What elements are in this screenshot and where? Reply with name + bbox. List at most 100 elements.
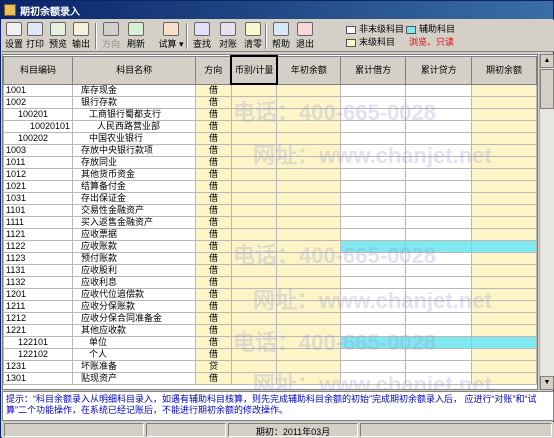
period-balance-cell[interactable] (471, 299, 537, 313)
column-header[interactable]: 科目名称 (72, 55, 197, 85)
table-row[interactable]: 1301 贴现资产借 (3, 371, 537, 385)
debit-cell[interactable] (339, 119, 407, 133)
debit-cell[interactable] (339, 143, 407, 157)
export-button[interactable]: 输出 (70, 22, 92, 50)
opening-balance-cell[interactable] (276, 251, 341, 265)
column-header[interactable]: 方向 (195, 55, 232, 85)
opening-balance-cell[interactable] (276, 347, 341, 361)
period-balance-cell[interactable] (471, 107, 537, 121)
debit-cell[interactable] (339, 215, 407, 229)
opening-balance-cell[interactable] (276, 263, 341, 277)
scroll-up-icon[interactable]: ▲ (540, 54, 554, 68)
credit-cell[interactable] (405, 215, 473, 229)
credit-cell[interactable] (405, 359, 473, 373)
table-row[interactable]: 1031 存出保证金借 (3, 191, 537, 205)
credit-cell[interactable] (405, 347, 473, 361)
scroll-down-icon[interactable]: ▼ (540, 376, 554, 390)
opening-balance-cell[interactable] (276, 179, 341, 193)
credit-cell[interactable] (405, 311, 473, 325)
currency-cell[interactable] (230, 131, 278, 145)
table-row[interactable]: 1231 坏账准备贷 (3, 359, 537, 373)
period-balance-cell[interactable] (471, 287, 537, 301)
credit-cell[interactable] (405, 119, 473, 133)
currency-cell[interactable] (230, 335, 278, 349)
table-row[interactable]: 1131 应收股利借 (3, 263, 537, 277)
period-balance-cell[interactable] (471, 263, 537, 277)
opening-balance-cell[interactable] (276, 239, 341, 253)
credit-cell[interactable] (405, 191, 473, 205)
table-row[interactable]: 1011 存放同业借 (3, 155, 537, 169)
currency-cell[interactable] (230, 119, 278, 133)
opening-balance-cell[interactable] (276, 359, 341, 373)
scroll-thumb[interactable] (540, 69, 554, 109)
credit-cell[interactable] (405, 155, 473, 169)
settings-button[interactable]: 设置 (3, 22, 25, 50)
column-header[interactable]: 期初余额 (471, 55, 537, 85)
debit-cell[interactable] (339, 335, 407, 349)
opening-balance-cell[interactable] (276, 371, 341, 385)
debit-cell[interactable] (339, 371, 407, 385)
currency-cell[interactable] (230, 95, 278, 109)
currency-cell[interactable] (230, 359, 278, 373)
table-row[interactable]: 100201 工商银行蜀都支行借 (3, 107, 537, 121)
currency-cell[interactable] (230, 227, 278, 241)
column-header[interactable]: 年初余额 (276, 55, 341, 85)
preview-button[interactable]: 预览 (47, 22, 69, 50)
debit-cell[interactable] (339, 347, 407, 361)
debit-cell[interactable] (339, 251, 407, 265)
currency-cell[interactable] (230, 263, 278, 277)
column-header[interactable]: 累计借方 (339, 55, 407, 85)
currency-cell[interactable] (230, 347, 278, 361)
opening-balance-cell[interactable] (276, 95, 341, 109)
table-row[interactable]: 1122 应收账款借 (3, 239, 537, 253)
currency-cell[interactable] (230, 179, 278, 193)
table-row[interactable]: 1121 应收票据借 (3, 227, 537, 241)
credit-cell[interactable] (405, 323, 473, 337)
opening-balance-cell[interactable] (276, 167, 341, 181)
opening-balance-cell[interactable] (276, 107, 341, 121)
debit-cell[interactable] (339, 83, 407, 97)
period-balance-cell[interactable] (471, 191, 537, 205)
opening-balance-cell[interactable] (276, 155, 341, 169)
currency-cell[interactable] (230, 311, 278, 325)
print-button[interactable]: 打印 (24, 22, 46, 50)
period-balance-cell[interactable] (471, 203, 537, 217)
period-balance-cell[interactable] (471, 179, 537, 193)
currency-cell[interactable] (230, 323, 278, 337)
table-row[interactable]: 1111 买入返售金融资产借 (3, 215, 537, 229)
period-balance-cell[interactable] (471, 131, 537, 145)
period-balance-cell[interactable] (471, 215, 537, 229)
opening-balance-cell[interactable] (276, 119, 341, 133)
opening-balance-cell[interactable] (276, 335, 341, 349)
credit-cell[interactable] (405, 179, 473, 193)
reconcile-button[interactable]: 对账 (217, 22, 239, 50)
table-row[interactable]: 122102 个人借 (3, 347, 537, 361)
period-balance-cell[interactable] (471, 167, 537, 181)
debit-cell[interactable] (339, 275, 407, 289)
period-balance-cell[interactable] (471, 251, 537, 265)
period-balance-cell[interactable] (471, 275, 537, 289)
currency-cell[interactable] (230, 107, 278, 121)
period-balance-cell[interactable] (471, 227, 537, 241)
debit-cell[interactable] (339, 311, 407, 325)
period-balance-cell[interactable] (471, 359, 537, 373)
opening-balance-cell[interactable] (276, 275, 341, 289)
table-row[interactable]: 100202 中国农业银行借 (3, 131, 537, 145)
opening-balance-cell[interactable] (276, 143, 341, 157)
credit-cell[interactable] (405, 239, 473, 253)
credit-cell[interactable] (405, 83, 473, 97)
opening-balance-cell[interactable] (276, 131, 341, 145)
currency-cell[interactable] (230, 203, 278, 217)
opening-balance-cell[interactable] (276, 299, 341, 313)
credit-cell[interactable] (405, 371, 473, 385)
period-balance-cell[interactable] (471, 83, 537, 97)
period-balance-cell[interactable] (471, 119, 537, 133)
currency-cell[interactable] (230, 371, 278, 385)
period-balance-cell[interactable] (471, 155, 537, 169)
debit-cell[interactable] (339, 131, 407, 145)
credit-cell[interactable] (405, 227, 473, 241)
currency-cell[interactable] (230, 251, 278, 265)
title-bar[interactable]: 期初余额录入 (1, 1, 553, 19)
credit-cell[interactable] (405, 143, 473, 157)
currency-cell[interactable] (230, 299, 278, 313)
